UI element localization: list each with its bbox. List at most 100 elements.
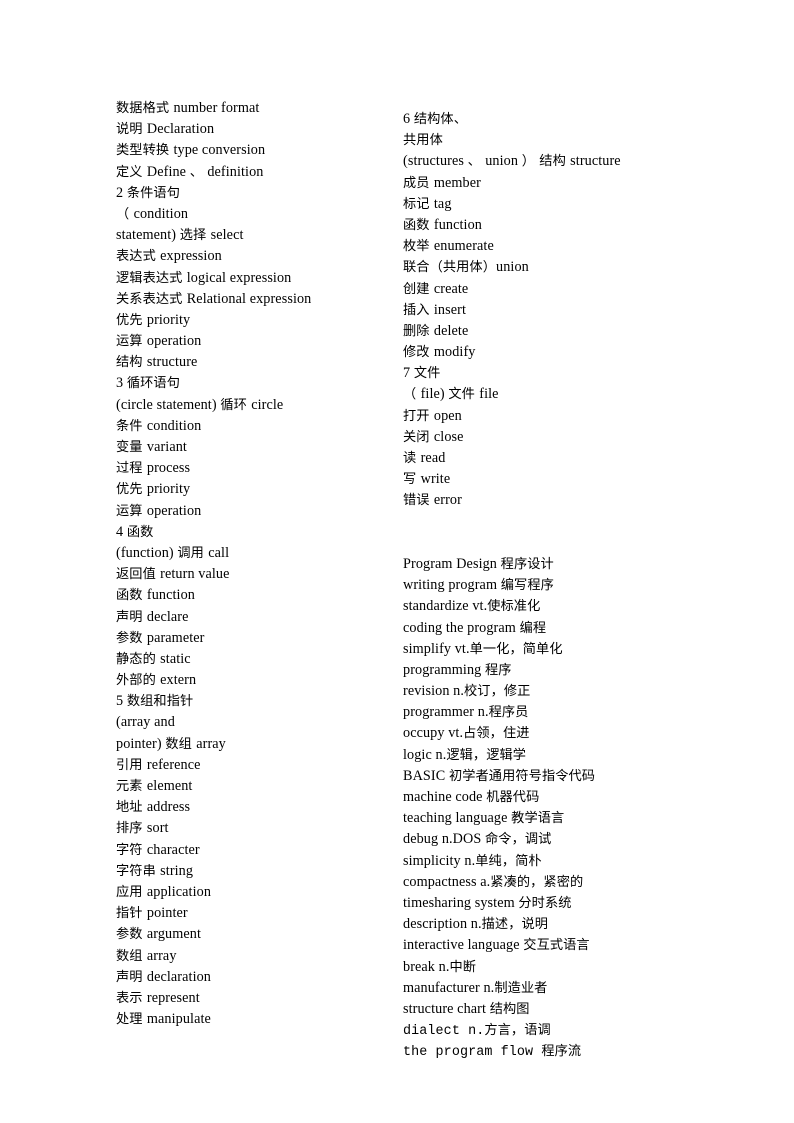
cjk-run: 应用 — [116, 884, 147, 900]
latin-run: insert — [433, 301, 466, 318]
text-line: 地址 address — [116, 797, 391, 818]
text-line: 表达式 expression — [116, 246, 391, 267]
latin-run: description n. — [403, 916, 482, 933]
latin-run: structure — [570, 153, 621, 170]
text-line: 删除 delete — [403, 321, 703, 342]
cjk-run: 单一化，简单化 — [469, 641, 563, 657]
text-line: 函数 function — [116, 585, 391, 606]
latin-run: 6 — [403, 111, 414, 127]
text-line: 说明 Declaration — [116, 119, 391, 140]
latin-run: pointer) — [116, 735, 166, 752]
cjk-run: 处理 — [116, 1012, 147, 1028]
text-line: 声明 declaration — [116, 967, 391, 988]
latin-run: coding the program — [403, 619, 520, 636]
text-line: 字符串 string — [116, 861, 391, 882]
text-line: 逻辑表达式 logical expression — [116, 268, 391, 289]
text-line: （ file) 文件 file — [403, 384, 703, 405]
latin-run: reference — [146, 756, 201, 773]
text-line: 关系表达式 Relational expression — [116, 289, 391, 310]
text-line: (array and — [116, 712, 391, 733]
text-line: 静态的 static — [116, 649, 391, 670]
cjk-run: 运算 — [116, 503, 147, 519]
text-line: structure chart 结构图 — [403, 999, 703, 1020]
text-line: 联合（共用体）union — [403, 257, 703, 278]
cjk-run: 关闭 — [403, 429, 434, 445]
latin-run: call — [208, 544, 230, 561]
cjk-run: 参数 — [116, 927, 147, 943]
cjk-run: 字符 — [116, 842, 147, 858]
text-line: BASIC 初学者通用符号指令代码 — [403, 766, 703, 787]
cjk-run: 调用 — [177, 545, 209, 561]
text-line: debug n.DOS 命令，调试 — [403, 829, 703, 850]
text-line: 数据格式 number format — [116, 98, 391, 119]
cjk-run: 程序 — [484, 662, 512, 678]
latin-run: extern — [160, 672, 197, 689]
cjk-run: 数组 — [116, 948, 147, 964]
latin-run: argument — [146, 926, 201, 943]
text-line: Program Design 程序设计 — [403, 554, 703, 575]
right-text-column: 6 结构体、 共用体 (structures 、 union ） 结构 struct… — [403, 109, 703, 1062]
text-line: 应用 application — [116, 882, 391, 903]
cjk-run: 文件 — [448, 387, 480, 403]
cjk-run: 修改 — [403, 345, 434, 361]
latin-run: character — [146, 841, 200, 858]
text-line: 关闭 close — [403, 427, 703, 448]
latin-run: declare — [146, 608, 189, 625]
cjk-run: 逻辑表达式 — [116, 270, 187, 286]
cjk-run: 结构体、 — [413, 112, 467, 127]
left-text-column: 数据格式 number format 说明 Declaration 类型转换 typ… — [116, 98, 391, 1030]
latin-run: condition — [133, 205, 189, 222]
cjk-run: 编程 — [519, 620, 547, 636]
cjk-run: 教学语言 — [511, 811, 565, 827]
text-line: 5 数组和指针 — [116, 691, 391, 712]
text-line: （ condition — [116, 204, 391, 225]
latin-run: Define — [146, 163, 190, 180]
cjk-run: 指针 — [116, 906, 147, 922]
latin-run: file — [479, 386, 499, 403]
cjk-run: 占领，住进 — [463, 726, 530, 742]
text-line: 打开 open — [403, 406, 703, 427]
latin-run: statement) — [116, 227, 180, 244]
cjk-run: 函数 — [116, 588, 147, 604]
text-line: writing program 编写程序 — [403, 575, 703, 596]
cjk-run: 描述，说明 — [481, 917, 549, 933]
latin-run: simplicity n. — [403, 852, 476, 869]
cjk-run: 交互式语言 — [523, 938, 590, 954]
latin-run: read — [420, 450, 446, 466]
latin-run: priority — [146, 311, 191, 328]
text-line: statement) 选择 select — [116, 225, 391, 246]
cjk-run: 程序员 — [488, 705, 529, 721]
latin-run: manufacturer n. — [403, 979, 495, 996]
latin-run: machine code — [403, 789, 487, 805]
mono-run: dialect n. — [403, 1024, 485, 1040]
cjk-run: 中断 — [449, 959, 477, 975]
cjk-run: 循环 — [220, 397, 252, 413]
cjk-run: 使标准化 — [487, 599, 541, 615]
cjk-run: 引用 — [116, 757, 147, 773]
text-line: 运算 operation — [116, 331, 391, 352]
latin-run: priority — [146, 481, 191, 498]
cjk-run: 优先 — [116, 312, 147, 328]
text-line: 处理 manipulate — [116, 1009, 391, 1030]
text-line: break n.中断 — [403, 957, 703, 978]
cjk-run: 地址 — [116, 800, 147, 816]
latin-run: process — [146, 460, 191, 477]
mono-run: the program flow — [403, 1045, 542, 1061]
latin-run: return value — [160, 566, 230, 583]
cjk-run: 创建 — [403, 281, 434, 297]
latin-run: function — [433, 216, 482, 233]
cjk-run: 读 — [403, 451, 421, 466]
cjk-run: 成员 — [403, 175, 434, 191]
cjk-run: 声明 — [116, 969, 147, 985]
cjk-run: 运算 — [116, 334, 147, 350]
cjk-run: 校订，修正 — [464, 684, 531, 700]
text-line: 3 循环语句 — [116, 373, 391, 394]
text-line: 参数 argument — [116, 924, 391, 945]
cjk-run: 错误 — [403, 493, 434, 509]
text-line: 读 read — [403, 448, 703, 469]
latin-run: condition — [146, 417, 202, 434]
latin-run: element — [146, 778, 193, 794]
cjk-run: 关系表达式 — [116, 291, 187, 307]
cjk-run: 类型转换 — [116, 143, 174, 159]
latin-run: programming — [403, 661, 485, 678]
